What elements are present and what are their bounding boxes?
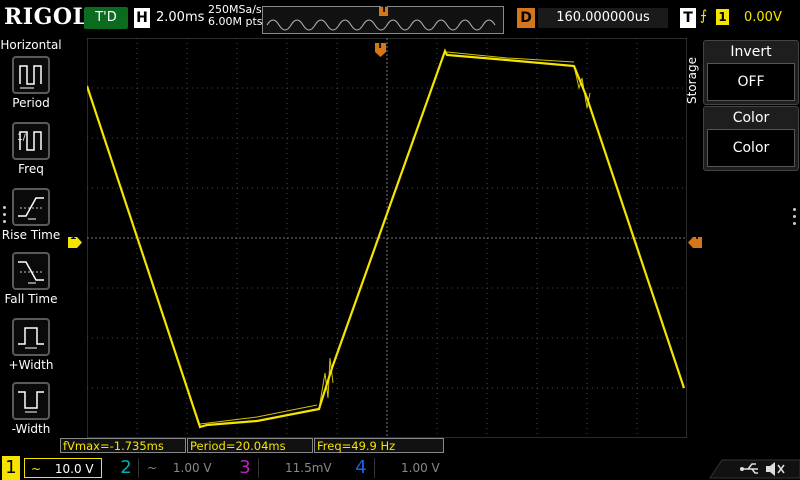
horizontal-label: H: [134, 8, 150, 28]
timebase-value[interactable]: 2.00ms: [156, 10, 204, 25]
ch4-scale: 1.00 V: [401, 461, 440, 475]
ch4-number[interactable]: 4: [352, 456, 370, 480]
measure-fall-time-button[interactable]: Fall Time: [0, 252, 62, 306]
trigger-level-value[interactable]: 0.00V: [744, 10, 782, 25]
trigger-slope-icon[interactable]: ⨍: [700, 8, 707, 24]
color-title: Color: [732, 110, 770, 126]
acquisition-info: 250MSa/s 6.00M pts: [208, 4, 263, 28]
menu-page-dots: [3, 206, 7, 230]
measure-negative-width-button[interactable]: -Width: [0, 382, 62, 436]
trigger-position-marker[interactable]: T: [375, 41, 386, 57]
delay-label: D: [517, 8, 535, 28]
rise-time-icon: [12, 188, 50, 226]
measure-positive-width-label: +Width: [8, 358, 54, 372]
ch3-number[interactable]: 3: [236, 456, 254, 480]
ch1-scale: 10.0 V: [54, 462, 94, 476]
ch2-scale: 1.00 V: [172, 461, 212, 475]
ch1-number[interactable]: 1: [2, 456, 20, 480]
horizontal-delay-value[interactable]: 160.000000us: [538, 8, 668, 28]
run-status-indicator[interactable]: T'D: [84, 7, 128, 29]
measurement-readout-2[interactable]: Period=20.04ms: [187, 438, 313, 453]
color-value: Color: [707, 129, 795, 167]
ch3-settings[interactable]: 11.5mV: [258, 458, 350, 478]
trigger-source-badge[interactable]: 1: [716, 9, 729, 25]
measure-rise-time-button[interactable]: Rise Time: [0, 188, 62, 242]
measure-menu-title: Horizontal: [0, 38, 62, 52]
ch1-coupling-icon: ~: [31, 462, 42, 476]
brand-logo: RIGOL: [4, 4, 89, 30]
invert-softkey[interactable]: Invert OFF: [703, 40, 799, 105]
measurement-readout-1[interactable]: fVmax=-1.735ms: [60, 438, 186, 453]
ch1-offset-marker[interactable]: 1: [68, 232, 82, 248]
measure-period-label: Period: [12, 96, 50, 110]
waveform-display[interactable]: [87, 38, 687, 438]
ch2-settings[interactable]: ~ 1.00 V: [138, 458, 230, 478]
measure-freq-label: Freq: [18, 162, 44, 176]
trigger-label: T: [680, 8, 696, 28]
measure-freq-button[interactable]: 1/ Freq: [0, 122, 62, 176]
measure-rise-time-label: Rise Time: [1, 228, 61, 242]
memory-trigger-marker: T: [381, 5, 388, 15]
memory-overview-bar[interactable]: T: [262, 5, 504, 34]
invert-title: Invert: [730, 44, 772, 60]
ch4-settings[interactable]: 1.00 V: [374, 458, 464, 478]
ch3-scale: 11.5mV: [285, 461, 332, 475]
measure-positive-width-button[interactable]: +Width: [0, 318, 62, 372]
positive-width-icon: [12, 318, 50, 356]
frequency-icon: 1/: [12, 122, 50, 160]
ch1-settings[interactable]: ~ 10.0 V: [24, 458, 102, 478]
right-menu-page-dots: [793, 208, 797, 232]
negative-width-icon: [12, 382, 50, 420]
svg-text:1/: 1/: [17, 133, 27, 143]
memory-depth: 6.00M pts: [208, 15, 263, 28]
color-softkey[interactable]: Color Color: [703, 106, 799, 171]
ch2-number[interactable]: 2: [117, 456, 135, 480]
ch2-coupling-icon: ~: [147, 461, 158, 475]
period-icon: [12, 56, 50, 94]
measurement-readout-3[interactable]: Freq=49.9 Hz: [314, 438, 444, 453]
measure-fall-time-label: Fall Time: [4, 292, 58, 306]
status-icons-area: [709, 459, 800, 479]
storage-section-label: Storage: [685, 57, 699, 104]
trigger-level-marker[interactable]: T: [688, 232, 702, 248]
fall-time-icon: [12, 252, 50, 290]
measure-negative-width-label: -Width: [11, 422, 51, 436]
measure-period-button[interactable]: Period: [0, 56, 62, 110]
invert-value: OFF: [707, 63, 795, 101]
